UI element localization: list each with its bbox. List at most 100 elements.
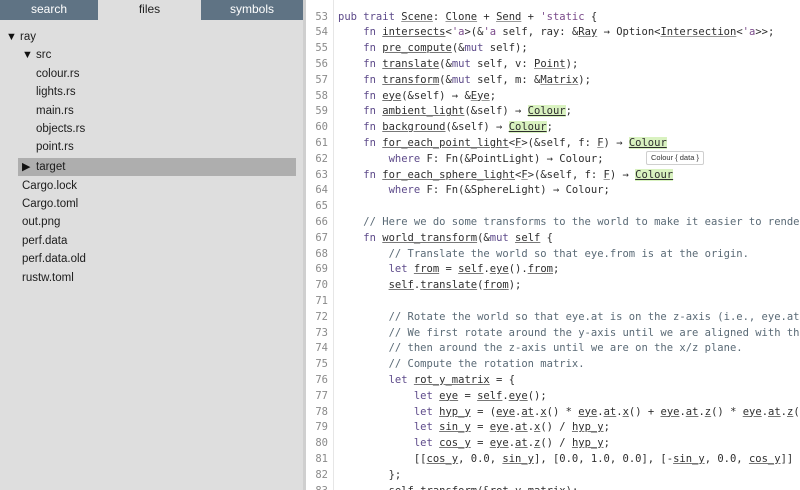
code-line[interactable]: fn for_each_point_light<F>(&self, f: F) … bbox=[338, 136, 667, 152]
code-token[interactable]: Point bbox=[534, 58, 566, 70]
code-token[interactable]: transform bbox=[382, 74, 439, 86]
code-line[interactable]: // Translate the world so that eye.from … bbox=[338, 247, 749, 263]
code-line[interactable]: // We first rotate around the y-axis unt… bbox=[338, 326, 800, 342]
code-token[interactable]: eye bbox=[578, 406, 597, 418]
code-line[interactable]: pub trait Scene: Clone + Send + 'static … bbox=[338, 10, 597, 26]
code-line[interactable]: }; bbox=[338, 468, 402, 484]
code-token[interactable]: eye bbox=[496, 406, 515, 418]
code-token[interactable]: translate bbox=[382, 58, 439, 70]
highlighted-token[interactable]: Colour bbox=[508, 121, 547, 134]
tree-file-perf-data[interactable]: perf.data bbox=[22, 232, 67, 250]
code-line[interactable]: where F: Fn(&SphereLight) → Colour; bbox=[338, 183, 610, 199]
code-token[interactable]: self bbox=[389, 279, 414, 291]
code-token[interactable]: sin_y bbox=[439, 421, 471, 433]
code-token[interactable]: Eye bbox=[471, 90, 490, 102]
code-token[interactable]: from bbox=[528, 263, 553, 275]
code-token[interactable]: eye bbox=[509, 390, 528, 402]
code-token[interactable]: eye bbox=[661, 406, 680, 418]
tree-file-perf-data-old[interactable]: perf.data.old bbox=[22, 250, 86, 268]
tree-file-main-rs[interactable]: main.rs bbox=[36, 102, 74, 120]
code-token[interactable]: pre_compute bbox=[382, 42, 452, 54]
code-token[interactable]: hyp_y bbox=[572, 437, 604, 449]
tab-symbols[interactable]: symbols bbox=[201, 0, 303, 20]
tree-file-cargo-lock[interactable]: Cargo.lock bbox=[22, 177, 77, 195]
code-token[interactable]: Matrix bbox=[540, 74, 578, 86]
code-token[interactable]: self bbox=[477, 390, 502, 402]
code-token[interactable]: hyp_y bbox=[439, 406, 471, 418]
highlighted-token[interactable]: Colour bbox=[628, 136, 667, 149]
code-token[interactable]: from bbox=[483, 279, 508, 291]
tab-search[interactable]: search bbox=[0, 0, 98, 20]
code-token[interactable]: intersects bbox=[382, 26, 445, 38]
code-token[interactable]: Scene bbox=[401, 11, 433, 23]
code-token[interactable]: eye bbox=[439, 390, 458, 402]
code-token[interactable]: ambient_light bbox=[382, 105, 464, 117]
code-token[interactable]: background bbox=[382, 121, 445, 133]
code-token[interactable]: at bbox=[521, 406, 534, 418]
code-token[interactable]: at bbox=[768, 406, 781, 418]
code-line[interactable]: fn world_transform(&mut self { bbox=[338, 231, 553, 247]
code-line[interactable]: where F: Fn(&PointLight) → Colour; bbox=[338, 152, 604, 168]
code-line[interactable]: self.transform(&rot_y_matrix); bbox=[338, 484, 579, 490]
code-token[interactable]: for_each_sphere_light bbox=[382, 169, 515, 181]
code-token[interactable]: at bbox=[686, 406, 699, 418]
code-token[interactable]: cos_y bbox=[749, 453, 781, 465]
tree-folder-target[interactable]: ▶ target bbox=[18, 158, 296, 176]
code-token[interactable]: cos_y bbox=[439, 437, 471, 449]
code-token[interactable]: self bbox=[458, 263, 483, 275]
code-line[interactable]: // Here we do some transforms to the wor… bbox=[338, 215, 800, 231]
code-token[interactable]: eye bbox=[490, 437, 509, 449]
code-token[interactable]: Send bbox=[496, 11, 521, 23]
code-token[interactable]: at bbox=[515, 437, 528, 449]
tree-file-lights-rs[interactable]: lights.rs bbox=[36, 83, 76, 101]
tab-files[interactable]: files bbox=[98, 0, 201, 20]
highlighted-token[interactable]: Colour bbox=[635, 168, 674, 181]
code-token[interactable]: translate bbox=[420, 279, 477, 291]
code-token[interactable]: eye bbox=[490, 263, 509, 275]
code-token[interactable]: sin_y bbox=[502, 453, 534, 465]
code-line[interactable]: fn ambient_light(&self) → Colour; bbox=[338, 104, 572, 120]
code-line[interactable]: [[cos_y, 0.0, sin_y], [0.0, 1.0, 0.0], [… bbox=[338, 452, 793, 468]
tree-folder-src[interactable]: ▼ src bbox=[22, 46, 296, 64]
code-line[interactable]: // Rotate the world so that eye.at is on… bbox=[338, 310, 800, 326]
tree-file-rustw-toml[interactable]: rustw.toml bbox=[22, 269, 74, 287]
code-token[interactable]: world_transform bbox=[382, 232, 477, 244]
tree-file-cargo-toml[interactable]: Cargo.toml bbox=[22, 195, 78, 213]
code-token[interactable]: eye bbox=[743, 406, 762, 418]
code-token[interactable]: at bbox=[515, 421, 528, 433]
code-token[interactable]: Intersection bbox=[660, 26, 736, 38]
code-line[interactable]: fn intersects<'a>(&'a self, ray: &Ray → … bbox=[338, 25, 774, 41]
code-token[interactable]: Clone bbox=[445, 11, 477, 23]
code-token[interactable]: rot_y_matrix bbox=[414, 374, 490, 386]
code-line[interactable]: fn eye(&self) → &Eye; bbox=[338, 89, 496, 105]
code-line[interactable]: let from = self.eye().from; bbox=[338, 262, 560, 278]
code-token[interactable]: eye bbox=[382, 90, 401, 102]
code-editor[interactable]: 53 54 55 56 57 58 59 60 61 62 63 64 65 66 67 68 69 70 71 72… bbox=[306, 0, 800, 490]
code-token[interactable]: eye bbox=[490, 421, 509, 433]
code-token[interactable]: from bbox=[414, 263, 439, 275]
code-line[interactable]: fn transform(&mut self, m: &Matrix); bbox=[338, 73, 591, 89]
code-line[interactable]: self.translate(from); bbox=[338, 278, 522, 294]
tree-file-out-png[interactable]: out.png bbox=[22, 213, 60, 231]
code-token[interactable]: sin_y bbox=[673, 453, 705, 465]
code-line[interactable]: fn for_each_sphere_light<F>(&self, f: F)… bbox=[338, 168, 674, 184]
code-line[interactable]: let eye = self.eye(); bbox=[338, 389, 547, 405]
code-line[interactable]: // Compute the rotation matrix. bbox=[338, 357, 585, 373]
code-token[interactable]: self bbox=[389, 485, 414, 490]
code-token[interactable]: transform bbox=[420, 485, 477, 490]
code-token[interactable]: for_each_point_light bbox=[382, 137, 508, 149]
tree-file-point-rs[interactable]: point.rs bbox=[36, 138, 74, 156]
code-token[interactable]: hyp_y bbox=[572, 421, 604, 433]
code-line[interactable]: let hyp_y = (eye.at.x() * eye.at.x() + e… bbox=[338, 405, 800, 421]
highlighted-token[interactable]: Colour bbox=[527, 105, 566, 118]
code-token[interactable]: Ray bbox=[578, 26, 597, 38]
tree-file-objects-rs[interactable]: objects.rs bbox=[36, 120, 85, 138]
code-line[interactable]: fn background(&self) → Colour; bbox=[338, 120, 553, 136]
tree-folder-ray[interactable]: ▼ ray bbox=[6, 28, 296, 46]
code-token[interactable]: cos_y bbox=[427, 453, 459, 465]
code-token[interactable]: at bbox=[604, 406, 617, 418]
code-token[interactable]: self bbox=[515, 232, 540, 244]
code-line[interactable]: // then around the z-axis until we are o… bbox=[338, 341, 743, 357]
code-line[interactable]: fn translate(&mut self, v: Point); bbox=[338, 57, 578, 73]
code-line[interactable]: let cos_y = eye.at.z() / hyp_y; bbox=[338, 436, 610, 452]
